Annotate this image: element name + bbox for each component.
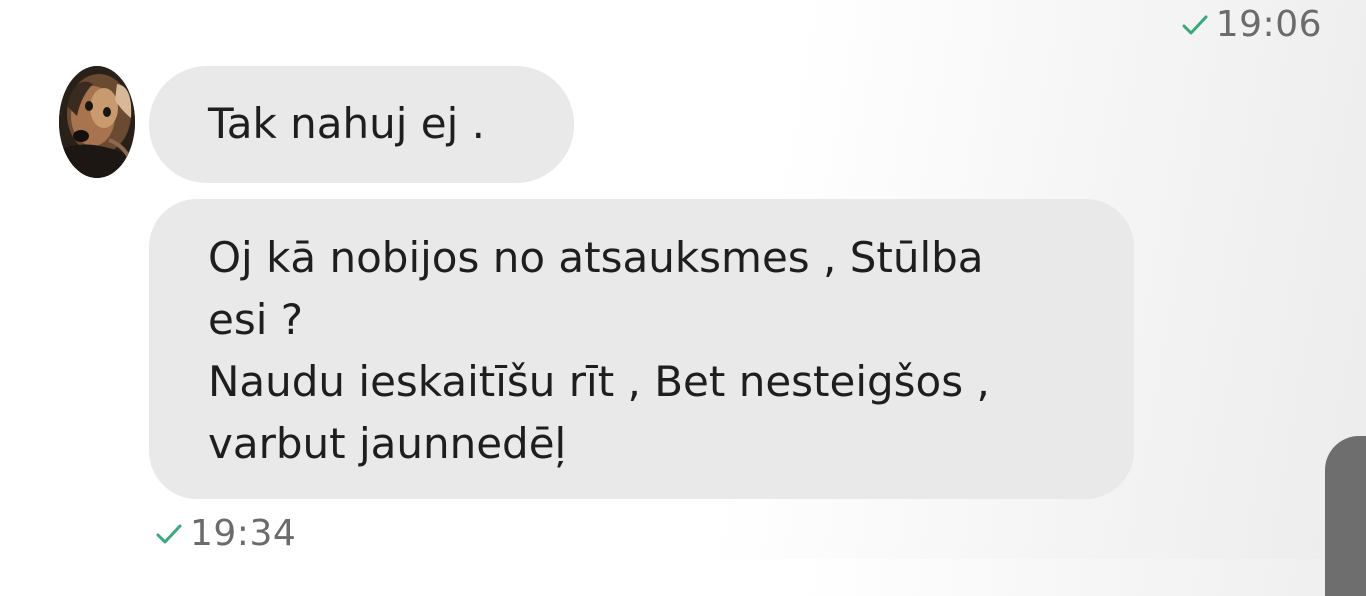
- message-text-line: varbut jaunnedēļ: [208, 419, 567, 468]
- timestamp-label: 19:34: [190, 513, 297, 554]
- sender-avatar[interactable]: [59, 66, 135, 178]
- message-status-top: 19:06: [1182, 4, 1322, 45]
- checkmark-icon: [1182, 15, 1208, 34]
- message-bubble[interactable]: Oj kā nobijos no atsauksmes , Stūlba esi…: [149, 199, 1134, 499]
- message-status-bottom: 19:34: [156, 513, 296, 554]
- checkmark-icon: [156, 524, 182, 543]
- message-bubble[interactable]: Tak nahuj ej .: [149, 66, 574, 183]
- timestamp-label: 19:06: [1215, 4, 1322, 45]
- message-text-line: esi ?: [208, 295, 304, 344]
- message-text-line: Oj kā nobijos no atsauksmes , Stūlba: [208, 233, 984, 282]
- message-text: Tak nahuj ej .: [208, 99, 485, 148]
- message-text-line: Naudu ieskaitīšu rīt , Bet nesteigšos ,: [208, 357, 990, 406]
- dog-avatar-icon: [59, 66, 135, 178]
- side-panel-edge[interactable]: [1325, 436, 1366, 596]
